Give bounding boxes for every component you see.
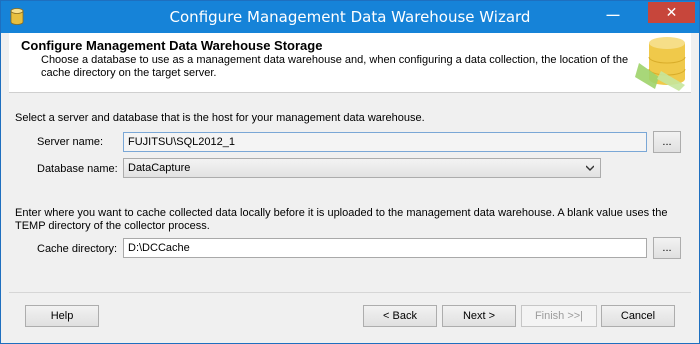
database-name-value: DataCapture [128,162,191,174]
cache-section-intro: Enter where you want to cache collected … [15,207,668,232]
wizard-window: Configure Management Data Warehouse Wiza… [0,0,700,344]
database-name-select[interactable]: DataCapture [123,158,601,178]
wizard-header: Configure Management Data Warehouse Stor… [9,33,691,93]
cancel-button[interactable]: Cancel [601,305,675,327]
help-button[interactable]: Help [25,305,99,327]
page-title: Configure Management Data Warehouse Stor… [21,38,323,53]
server-section-intro: Select a server and database that is the… [15,112,425,124]
page-description: Choose a database to use as a management… [41,54,629,79]
dropdown-arrow-icon [586,165,594,171]
server-name-field[interactable]: FUJITSU\SQL2012_1 [123,132,647,152]
cache-directory-field[interactable]: D:\DCCache [123,238,647,258]
server-name-label: Server name: [37,136,104,148]
next-button[interactable]: Next > [442,305,516,327]
cache-directory-label: Cache directory: [37,243,118,255]
server-browse-button[interactable]: ... [653,131,681,153]
database-name-label: Database name: [37,163,118,175]
back-button[interactable]: < Back [363,305,437,327]
cache-browse-button[interactable]: ... [653,237,681,259]
database-cylinder-art [635,33,691,91]
title-bar[interactable]: Configure Management Data Warehouse Wiza… [1,1,699,33]
finish-button[interactable]: Finish >>| [521,305,597,327]
window-title: Configure Management Data Warehouse Wiza… [169,8,531,26]
close-icon[interactable]: ✕ [648,2,695,23]
minimize-icon[interactable]: — [600,7,626,27]
